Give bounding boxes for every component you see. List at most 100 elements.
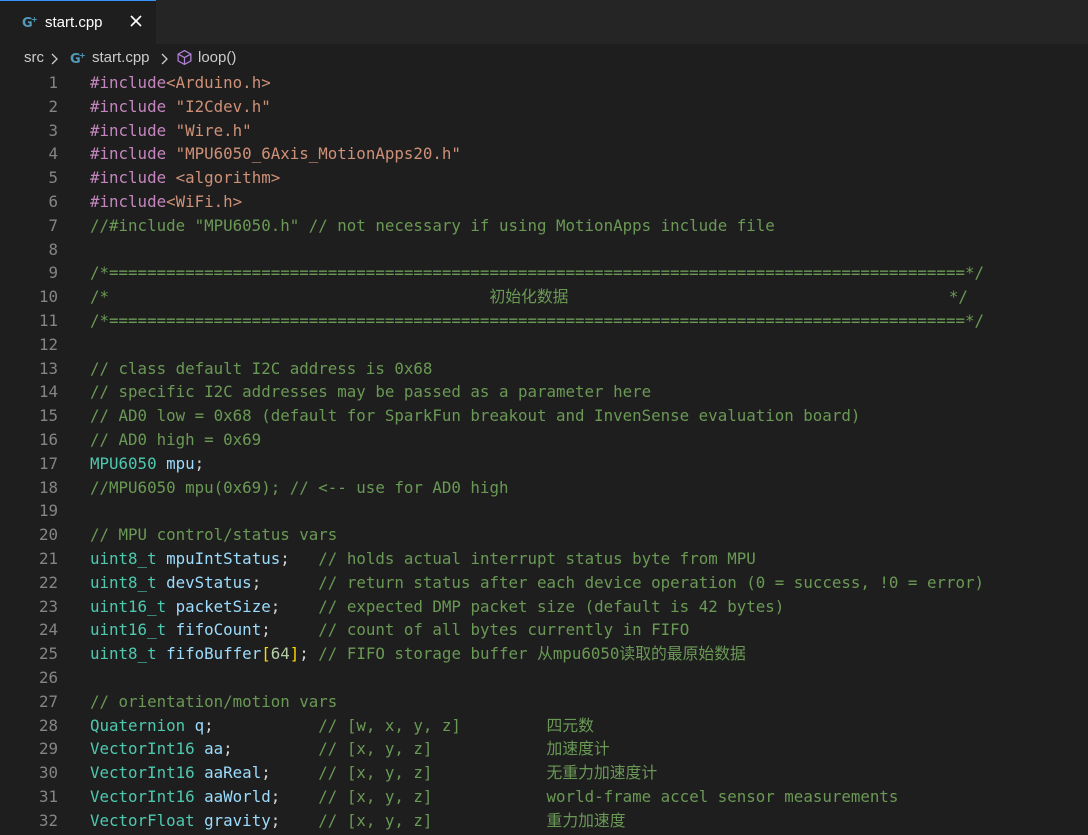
breadcrumb-symbol[interactable]: loop() bbox=[198, 49, 236, 66]
code-token: ; bbox=[299, 644, 319, 664]
code-line[interactable]: 21 uint8_t mpuIntStatus; // holds actual … bbox=[0, 548, 1088, 572]
code-token: aaReal bbox=[204, 763, 262, 783]
code-text: VectorInt16 aa; // [x, y, z] 加速度计 bbox=[90, 738, 610, 760]
code-line[interactable]: 29 VectorInt16 aa; // [x, y, z] 加速度计 bbox=[0, 738, 1088, 762]
code-text: #include "MPU6050_6Axis_MotionApps20.h" bbox=[90, 143, 461, 165]
code-line[interactable]: 31 VectorInt16 aaWorld; // [x, y, z] worl… bbox=[0, 786, 1088, 810]
code-line[interactable]: 10 /* 初始化数据 */ bbox=[0, 286, 1088, 310]
code-token: uint8_t bbox=[90, 644, 157, 664]
code-line[interactable]: 7 //#include "MPU6050.h" // not necessary… bbox=[0, 215, 1088, 239]
code-line[interactable]: 3 #include "Wire.h" bbox=[0, 120, 1088, 144]
code-token: // MPU control/status vars bbox=[90, 525, 338, 545]
code-token: [ bbox=[261, 644, 271, 664]
code-token: #include bbox=[90, 168, 176, 188]
code-text: // class default I2C address is 0x68 bbox=[90, 358, 432, 380]
code-text: uint16_t packetSize; // expected DMP pac… bbox=[90, 596, 784, 618]
code-editor[interactable]: 1 #include<Arduino.h> 2 #include "I2Cdev.h"… bbox=[0, 72, 1088, 835]
tab-start-cpp[interactable]: G + start.cpp bbox=[0, 0, 156, 44]
code-line[interactable]: 1 #include<Arduino.h> bbox=[0, 72, 1088, 96]
code-line[interactable]: 17 MPU6050 mpu; bbox=[0, 453, 1088, 477]
code-token: #include bbox=[90, 96, 176, 116]
line-number: 2 bbox=[48, 96, 58, 116]
code-line[interactable]: 2 #include "I2Cdev.h" bbox=[0, 96, 1088, 120]
code-token: uint8_t bbox=[90, 572, 157, 592]
code-line[interactable]: 11 /*====================================… bbox=[0, 310, 1088, 334]
code-line[interactable]: 30 VectorInt16 aaReal; // [x, y, z] 无重力加速… bbox=[0, 762, 1088, 786]
code-line[interactable]: 14 // specific I2C addresses may be passe… bbox=[0, 381, 1088, 405]
code-token: aaWorld bbox=[204, 787, 271, 806]
line-number: 12 bbox=[38, 334, 58, 354]
code-line[interactable]: 25 uint8_t fifoBuffer[64]; // FIFO storag… bbox=[0, 643, 1088, 667]
code-text: /* 初始化数据 */ bbox=[90, 286, 968, 308]
line-number: 31 bbox=[38, 787, 58, 806]
code-line[interactable]: 19 bbox=[0, 500, 1088, 524]
line-number: 26 bbox=[38, 668, 58, 687]
code-text: // orientation/motion vars bbox=[90, 691, 337, 713]
code-token: fifoCount bbox=[175, 620, 262, 640]
code-text: //MPU6050 mpu(0x69); // <-- use for AD0 … bbox=[90, 477, 508, 499]
code-token: // [x, y, z] world-frame accel sensor me… bbox=[318, 787, 899, 806]
code-text: MPU6050 mpu; bbox=[90, 453, 204, 475]
cpp-file-icon: G + bbox=[70, 51, 86, 66]
code-token: // AD0 high = 0x69 bbox=[90, 430, 262, 449]
code-token: <algorithm> bbox=[175, 168, 281, 188]
code-line[interactable]: 5 #include <algorithm> bbox=[0, 167, 1088, 191]
code-token: // [x, y, z] 无重力加速度计 bbox=[318, 763, 658, 783]
code-text: Quaternion q; // [w, x, y, z] 四元数 bbox=[90, 715, 594, 737]
code-line[interactable]: 18 //MPU6050 mpu(0x69); // <-- use for AD… bbox=[0, 477, 1088, 501]
code-line[interactable]: 6 #include<WiFi.h> bbox=[0, 191, 1088, 215]
breadcrumb: src G + start.cpp loop() bbox=[0, 46, 1088, 72]
code-line[interactable]: 22 uint8_t devStatus; // return status af… bbox=[0, 572, 1088, 596]
code-line[interactable]: 15 // AD0 low = 0x68 (default for SparkFu… bbox=[0, 405, 1088, 429]
line-number: 15 bbox=[38, 406, 58, 426]
code-line[interactable]: 26 bbox=[0, 667, 1088, 691]
code-token: uint8_t bbox=[90, 549, 157, 568]
code-line[interactable]: 12 bbox=[0, 334, 1088, 358]
code-line[interactable]: 13 // class default I2C address is 0x68 bbox=[0, 358, 1088, 382]
code-token: VectorInt16 bbox=[90, 787, 195, 806]
code-token: /*======================================… bbox=[90, 263, 984, 283]
code-line[interactable]: 20 // MPU control/status vars bbox=[0, 524, 1088, 548]
line-number: 16 bbox=[38, 430, 58, 449]
code-token: #include bbox=[90, 144, 176, 164]
code-line[interactable]: 28 Quaternion q; // [w, x, y, z] 四元数 bbox=[0, 715, 1088, 739]
code-token: VectorFloat bbox=[90, 810, 195, 830]
code-token: ; bbox=[270, 810, 319, 830]
line-number: 23 bbox=[38, 596, 58, 616]
code-line[interactable]: 24 uint16_t fifoCount; // count of all by… bbox=[0, 619, 1088, 643]
close-icon[interactable] bbox=[128, 13, 144, 29]
code-line[interactable]: 32 VectorFloat gravity; // [x, y, z] 重力加速… bbox=[0, 810, 1088, 834]
code-token: // holds actual interrupt status byte fr… bbox=[318, 549, 756, 568]
line-number: 27 bbox=[38, 691, 58, 711]
code-line[interactable]: 9 /*=====================================… bbox=[0, 262, 1088, 286]
breadcrumb-file[interactable]: start.cpp bbox=[92, 49, 150, 66]
code-line[interactable]: 23 uint16_t packetSize; // expected DMP p… bbox=[0, 596, 1088, 620]
code-text: VectorFloat gravity; // [x, y, z] 重力加速度 bbox=[90, 810, 626, 832]
code-token: /*======================================… bbox=[90, 311, 984, 330]
code-token: uint16_t bbox=[90, 620, 167, 640]
code-text: #include <algorithm> bbox=[90, 167, 280, 189]
code-token: ; bbox=[270, 596, 319, 616]
code-text: // MPU control/status vars bbox=[90, 524, 337, 546]
line-number: 6 bbox=[48, 192, 58, 211]
code-line[interactable]: 4 #include "MPU6050_6Axis_MotionApps20.h" bbox=[0, 143, 1088, 167]
line-number: 14 bbox=[38, 382, 58, 402]
code-token: ; bbox=[194, 453, 205, 473]
line-number: 25 bbox=[38, 644, 58, 664]
breadcrumb-folder[interactable]: src bbox=[24, 49, 44, 66]
code-line[interactable]: 16 // AD0 high = 0x69 bbox=[0, 429, 1088, 453]
code-token: // specific I2C addresses may be passed … bbox=[90, 382, 652, 402]
line-number: 28 bbox=[38, 715, 58, 735]
line-number: 5 bbox=[48, 168, 58, 188]
code-line[interactable]: 27 // orientation/motion vars bbox=[0, 691, 1088, 715]
code-token: VectorInt16 bbox=[90, 763, 195, 783]
code-line[interactable]: 8 bbox=[0, 239, 1088, 263]
code-token: ; bbox=[280, 549, 319, 568]
